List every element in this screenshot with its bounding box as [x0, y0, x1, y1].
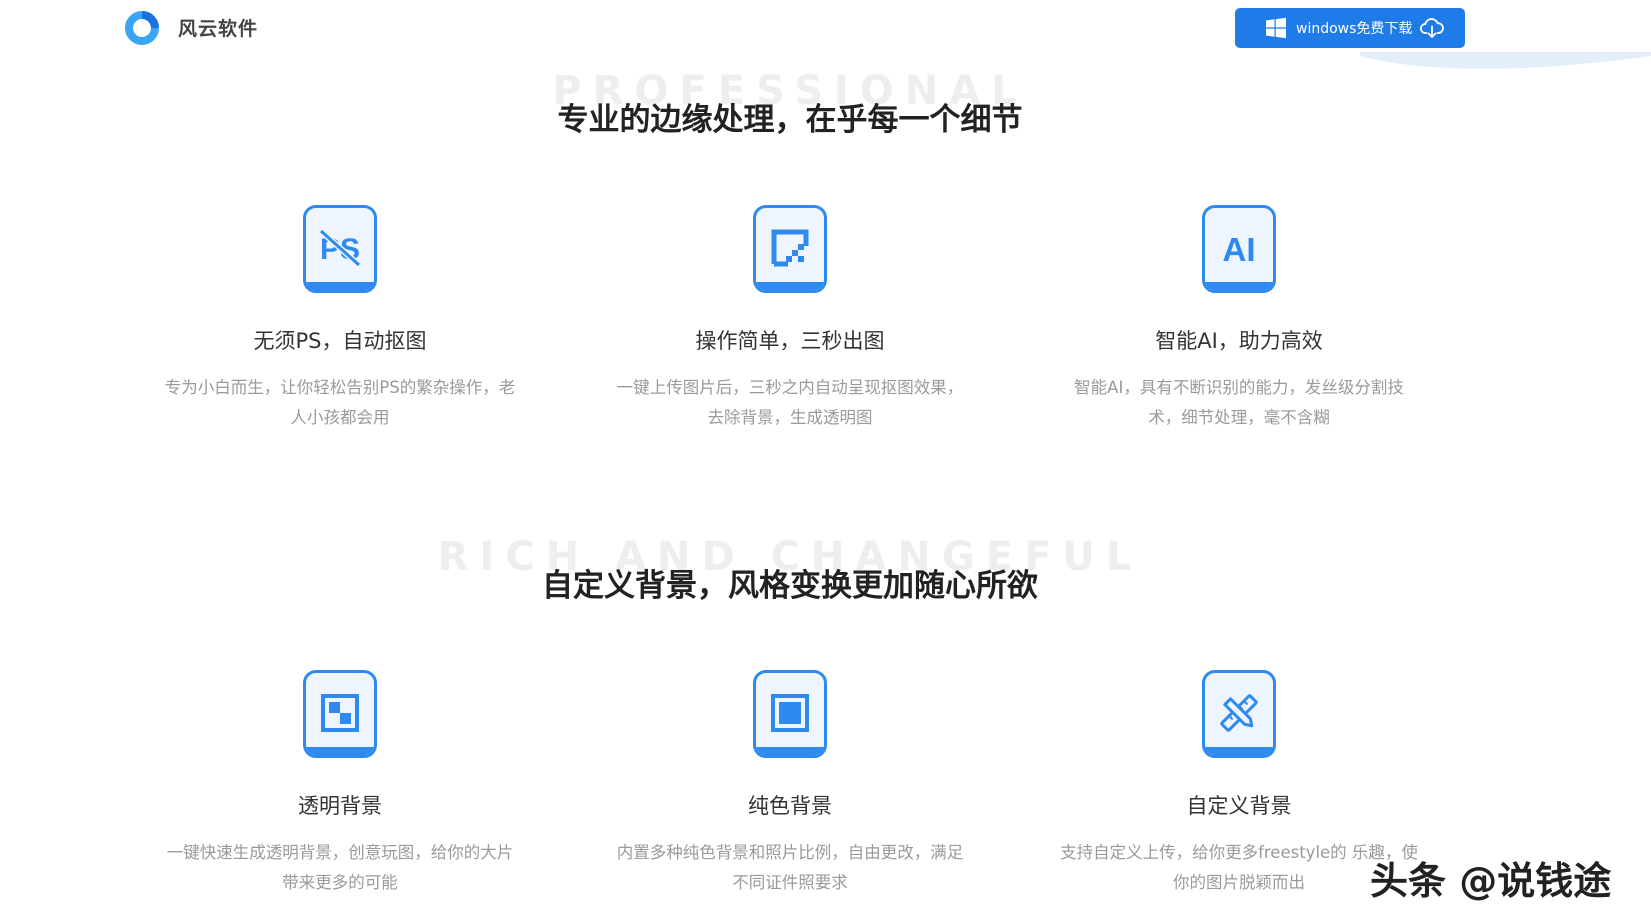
watermark: 头条 @说钱途: [1370, 859, 1612, 903]
brand-name[interactable]: 风云软件: [178, 14, 258, 41]
ai-text-icon: AI: [1202, 205, 1276, 293]
feature-description: 专为小白而生，让你轻松告别PS的繁杂操作，老人小孩都会用: [164, 378, 516, 427]
feature-solid-bg: 纯色背景 内置多种纯色背景和照片比例，自由更改，满足不同证件照要求: [610, 670, 970, 898]
feature-smart-ai: AI 智能AI，助力高效 智能AI，具有不断识别的能力，发丝级分割技术，细节处理…: [1059, 205, 1419, 433]
feature-custom-bg: 自定义背景 支持自定义上传，给你更多freestyle的 乐趣，使你的图片脱颖而…: [1059, 670, 1419, 898]
feature-description: 一键上传图片后，三秒之内自动呈现抠图效果，去除背景，生成透明图: [616, 378, 964, 427]
solid-square-icon: [753, 670, 827, 758]
section2-title: 自定义背景，风格变换更加随心所欲: [542, 568, 1038, 604]
pencil-ruler-icon: [1202, 670, 1276, 758]
feature-transparent-bg: 透明背景 一键快速生成透明背景，创意玩图，给你的大片带来更多的可能: [160, 670, 520, 898]
transparent-grid-icon: [303, 670, 377, 758]
logo-icon[interactable]: [124, 10, 160, 46]
feature-title: 纯色背景: [748, 794, 832, 818]
ps-crossed-icon: PS: [303, 205, 377, 293]
feature-description: 支持自定义上传，给你更多freestyle的 乐趣，使你的图片脱颖而出: [1060, 843, 1418, 892]
feature-no-ps: PS 无须PS，自动抠图 专为小白而生，让你轻松告别PS的繁杂操作，老人小孩都会…: [160, 205, 520, 433]
cloud-download-icon: [1420, 18, 1445, 38]
crop-square-icon: [753, 205, 827, 293]
svg-text:AI: AI: [1223, 231, 1256, 268]
feature-title: 操作简单，三秒出图: [695, 329, 885, 353]
windows-icon: [1266, 17, 1286, 39]
feature-description: 一键快速生成透明背景，创意玩图，给你的大片带来更多的可能: [166, 843, 514, 892]
feature-title: 智能AI，助力高效: [1155, 329, 1323, 353]
download-button-label: windows免费下载: [1296, 21, 1413, 37]
feature-title: 透明背景: [298, 794, 382, 818]
feature-description: 内置多种纯色背景和照片比例，自由更改，满足不同证件照要求: [616, 843, 964, 892]
feature-title: 无须PS，自动抠图: [253, 329, 427, 353]
feature-title: 自定义背景: [1186, 794, 1292, 818]
feature-description: 智能AI，具有不断识别的能力，发丝级分割技术，细节处理，毫不含糊: [1074, 378, 1404, 427]
feature-simple: 操作简单，三秒出图 一键上传图片后，三秒之内自动呈现抠图效果，去除背景，生成透明…: [610, 205, 970, 433]
section1-title: 专业的边缘处理，在乎每一个细节: [557, 102, 1023, 138]
page: 风云软件 windows免费下载 PROFESSIONAL 专业的边缘处理，在乎…: [0, 0, 1651, 921]
windows-download-button[interactable]: windows免费下载: [1235, 8, 1465, 48]
